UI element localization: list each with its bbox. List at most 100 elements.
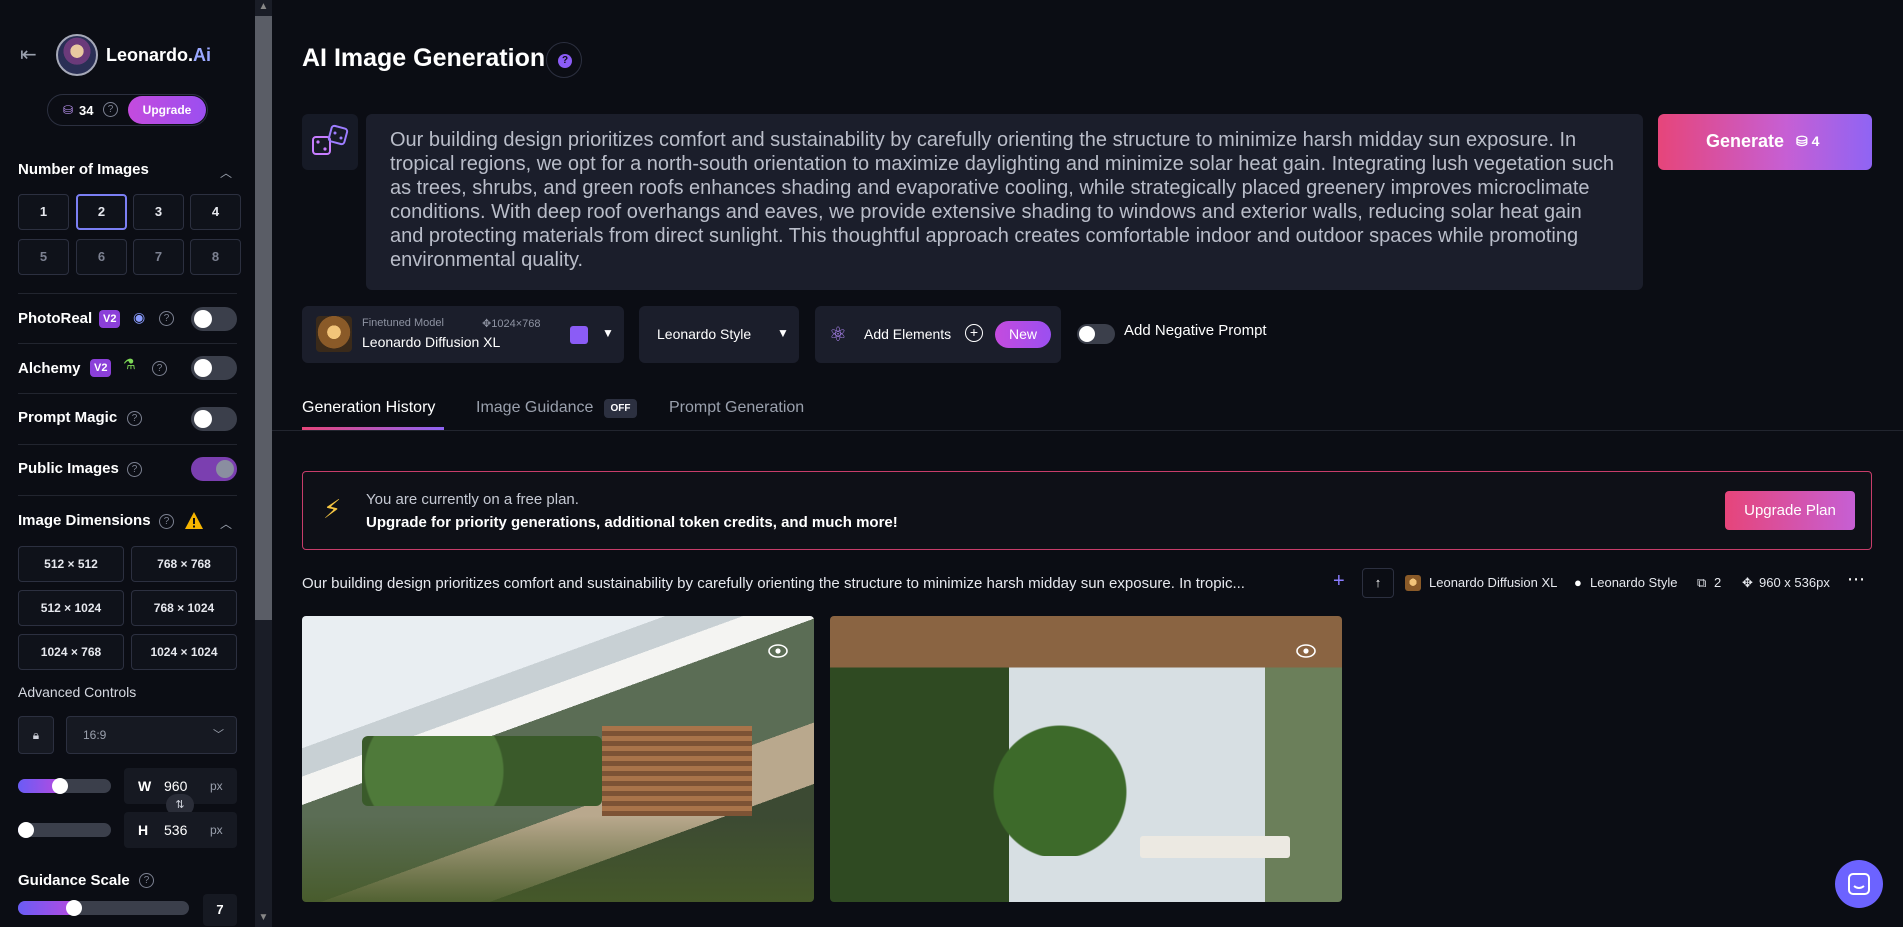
negative-prompt-toggle[interactable] (1077, 324, 1115, 344)
generation-size: 960 x 536px (1759, 575, 1830, 590)
token-help-icon[interactable]: ? (103, 102, 118, 117)
app-root: ⇤ Leonardo.Ai ⛁ 34 ? Upgrade Number of I… (0, 0, 1903, 927)
free-plan-banner: ⚡︎ You are currently on a free plan. Upg… (302, 471, 1872, 550)
reuse-prompt-button[interactable]: ↑ (1362, 568, 1394, 598)
num-images-8[interactable]: 8 (190, 239, 241, 275)
num-images-3[interactable]: 3 (133, 194, 184, 230)
generated-image-2[interactable] (830, 616, 1342, 902)
guidance-scale-title: Guidance Scale (18, 872, 130, 889)
aspect-ratio-select[interactable]: 16:9 ﹀ (66, 716, 237, 754)
generated-image-1[interactable] (302, 616, 814, 902)
chevron-up-icon[interactable]: ︿ (220, 164, 232, 181)
eye-icon[interactable] (768, 644, 788, 658)
generation-prompt-preview: Our building design prioritizes comfort … (302, 575, 1245, 592)
photoreal-toggle[interactable] (191, 307, 237, 331)
scrollbar-thumb[interactable] (255, 16, 272, 620)
generation-count: 2 (1714, 575, 1722, 590)
prompt-magic-toggle[interactable] (191, 407, 237, 431)
generation-style: Leonardo Style (1590, 575, 1678, 590)
active-tab-indicator (302, 427, 444, 430)
image-dimensions-help-icon[interactable]: ? (159, 514, 174, 529)
warning-icon (185, 512, 203, 529)
upgrade-plan-button[interactable]: Upgrade Plan (1725, 491, 1855, 530)
dimension-768x768[interactable]: 768 × 768 (131, 546, 237, 582)
chevron-up-icon[interactable]: ︿ (220, 515, 232, 532)
model-settings-icon[interactable] (570, 326, 588, 344)
num-images-4[interactable]: 4 (190, 194, 241, 230)
model-thumbnail (316, 316, 352, 352)
prompt-magic-help-icon[interactable]: ? (127, 411, 142, 426)
title-help-button[interactable]: ? (546, 42, 582, 78)
sidebar-scrollbar[interactable]: ▲ ▼ (255, 0, 272, 927)
photoreal-camera-icon: ◉ (133, 309, 146, 325)
alchemy-help-icon[interactable]: ? (152, 361, 167, 376)
random-prompt-button[interactable] (302, 114, 358, 170)
num-images-2[interactable]: 2 (76, 194, 127, 230)
divider (18, 343, 237, 344)
model-selector[interactable]: Finetuned Model ✥1024×768 Leonardo Diffu… (302, 306, 624, 363)
tab-generation-history[interactable]: Generation History (302, 399, 435, 417)
num-images-5[interactable]: 5 (18, 239, 69, 275)
dimension-768x1024[interactable]: 768 × 1024 (131, 590, 237, 626)
photoreal-label: PhotoReal (18, 310, 93, 327)
height-input[interactable]: H 536 px (124, 812, 237, 848)
num-images-1[interactable]: 1 (18, 194, 69, 230)
scroll-down-icon[interactable]: ▼ (255, 911, 272, 925)
eye-icon[interactable] (1296, 644, 1316, 658)
divider (18, 293, 237, 294)
upgrade-button[interactable]: Upgrade (128, 96, 206, 124)
dice-icon (312, 124, 349, 155)
generate-button[interactable]: Generate ⛁ 4 (1658, 114, 1872, 170)
height-slider-knob[interactable] (18, 822, 34, 838)
guidance-scale-knob[interactable] (66, 900, 82, 916)
generation-model: Leonardo Diffusion XL (1429, 575, 1558, 590)
more-options-icon[interactable]: ⋯ (1847, 569, 1865, 590)
swap-icon: ⇅ (175, 799, 185, 811)
help-icon: ? (558, 54, 572, 68)
alchemy-label: Alchemy (18, 360, 81, 377)
caret-down-icon[interactable]: ▼ (602, 326, 614, 340)
tab-prompt-generation[interactable]: Prompt Generation (669, 399, 804, 417)
sidebar: ⇤ Leonardo.Ai ⛁ 34 ? Upgrade Number of I… (0, 0, 255, 927)
public-images-toggle[interactable] (191, 457, 237, 481)
photoreal-help-icon[interactable]: ? (159, 311, 174, 326)
plus-circle-icon: + (965, 324, 983, 342)
width-slider-knob[interactable] (52, 778, 68, 794)
scroll-up-icon[interactable]: ▲ (255, 0, 272, 14)
guidance-scale-help-icon[interactable]: ? (139, 873, 154, 888)
dimension-512x512[interactable]: 512 × 512 (18, 546, 124, 582)
alchemy-toggle[interactable] (191, 356, 237, 380)
lock-aspect-button[interactable]: 🔒︎ (18, 716, 54, 754)
alchemy-v2-badge: V2 (90, 359, 112, 377)
divider (18, 444, 237, 445)
collapse-sidebar-icon[interactable]: ⇤ (20, 43, 44, 67)
prompt-magic-label: Prompt Magic (18, 409, 118, 426)
tabs-divider (272, 430, 1903, 431)
add-elements-button[interactable]: ⚛ Add Elements + New (815, 306, 1061, 363)
dimension-512x1024[interactable]: 512 × 1024 (18, 590, 124, 626)
public-images-help-icon[interactable]: ? (127, 462, 142, 477)
token-count: 34 (79, 103, 94, 118)
page-title: AI Image Generation (302, 44, 546, 72)
arrow-up-icon: ↑ (1374, 575, 1382, 590)
guidance-scale-slider[interactable] (18, 901, 189, 915)
dimension-1024x1024[interactable]: 1024 × 1024 (131, 634, 237, 670)
style-drop-icon: ● (1574, 575, 1582, 590)
prompt-textarea[interactable]: Our building design prioritizes comfort … (366, 114, 1643, 290)
dimension-1024x768[interactable]: 1024 × 768 (18, 634, 124, 670)
public-images-label: Public Images (18, 460, 119, 477)
num-images-6[interactable]: 6 (76, 239, 127, 275)
plus-icon[interactable]: + (1333, 570, 1345, 593)
images-count-icon: ⧉ (1697, 575, 1707, 590)
support-chat-button[interactable] (1835, 860, 1883, 908)
divider (18, 393, 237, 394)
image-dimensions-title: Image Dimensions (18, 512, 151, 529)
guidance-scale-value[interactable]: 7 (203, 894, 237, 926)
number-of-images-title: Number of Images (18, 161, 149, 178)
style-selector[interactable]: Leonardo Style ▼ (639, 306, 799, 363)
leonardo-logo (56, 34, 98, 76)
tab-image-guidance[interactable]: Image Guidance (476, 399, 593, 417)
move-icon: ✥ (482, 318, 492, 330)
chevron-down-icon: ﹀ (213, 729, 224, 741)
num-images-7[interactable]: 7 (133, 239, 184, 275)
